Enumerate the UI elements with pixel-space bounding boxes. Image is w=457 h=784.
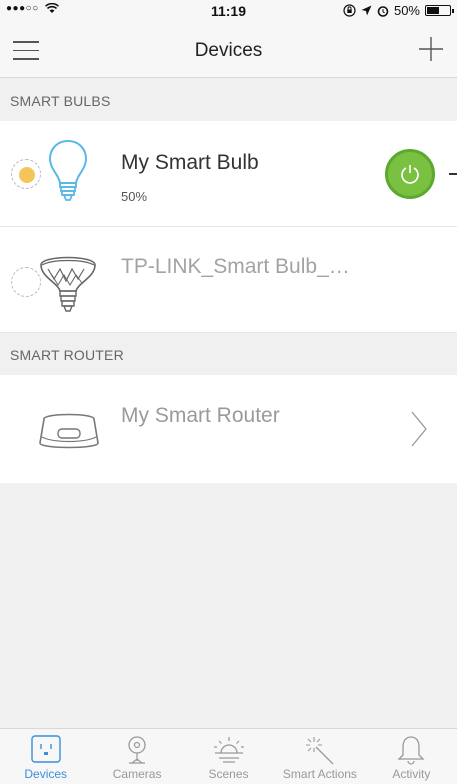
battery-icon [425,5,454,16]
camera-icon [128,736,146,764]
tab-label: Devices [24,767,68,781]
add-device-icon[interactable] [418,36,444,62]
tab-smart-actions[interactable]: Smart Actions [274,729,365,784]
outlet-icon [31,735,61,763]
power-icon [401,165,419,184]
tab-scenes[interactable]: Scenes [183,729,274,784]
tab-cameras[interactable]: Cameras [91,729,182,784]
location-icon [361,5,372,16]
tab-label: Scenes [208,767,249,781]
device-row-my-smart-bulb[interactable]: My Smart Bulb 50% [0,121,457,227]
tab-label: Smart Actions [282,767,357,781]
chevron-right-icon[interactable] [411,411,427,447]
router-icon [39,413,99,449]
nav-bar: Devices [0,22,457,78]
status-right: 50% [343,3,454,18]
alarm-icon [377,5,389,17]
status-bar: ●●●○○ 11:19 50% [0,0,457,22]
tab-label: Cameras [112,767,162,781]
device-name: TP-LINK_Smart Bulb_… [121,255,350,278]
flood-bulb-icon [40,256,96,312]
power-toggle-button[interactable] [385,149,435,199]
device-name: My Smart Bulb [121,151,259,174]
section-header-smart-bulbs: SMART BULBS [0,79,457,121]
tab-bar: Devices Cameras Scenes Smart Actions Act… [0,728,457,784]
device-row-my-smart-router[interactable]: My Smart Router [0,375,457,483]
tab-label: Activity [392,767,431,781]
section-header-smart-router: SMART ROUTER [0,333,457,375]
rotation-lock-icon [343,4,356,17]
battery-percent: 50% [393,3,420,18]
light-bulb-icon [48,139,88,201]
swipe-edge-indicator [449,173,457,175]
magic-wand-icon [305,737,334,765]
tab-devices[interactable]: Devices [0,729,91,784]
device-row-tplink-smart-bulb[interactable]: TP-LINK_Smart Bulb_… [0,227,457,333]
page-title: Devices [194,40,263,61]
device-name: My Smart Router [121,404,280,427]
tab-activity[interactable]: Activity [366,729,457,784]
bulb-on-indicator [11,159,41,189]
bulb-offline-indicator [11,267,41,297]
sunrise-icon [213,737,244,763]
bell-icon [397,736,425,765]
brightness-level: 50% [121,189,148,204]
